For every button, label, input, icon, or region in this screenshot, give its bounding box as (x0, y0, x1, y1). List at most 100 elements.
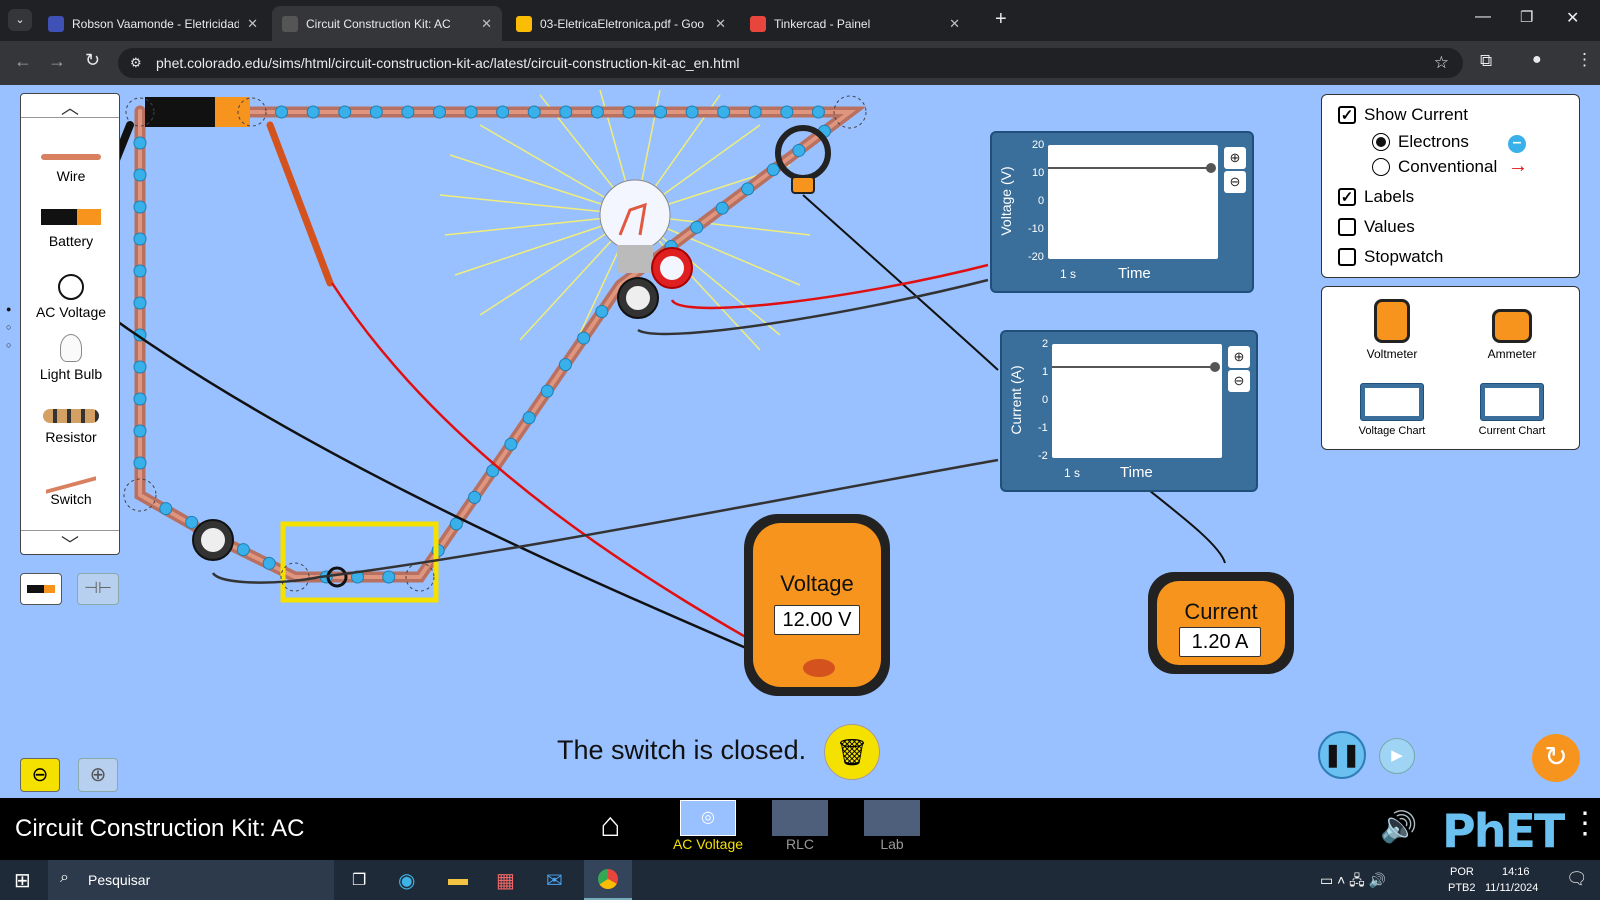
clock-date[interactable]: 11/11/2024 (1485, 882, 1538, 894)
toolbox-scroll-up-button[interactable]: ︿ (21, 94, 119, 118)
language-indicator[interactable]: POR (1450, 866, 1474, 878)
toolbox-item-ac-voltage[interactable]: AC Voltage (21, 274, 121, 320)
voltmeter[interactable]: Voltage 12.00 V (744, 514, 890, 696)
chrome-taskbar-button[interactable] (584, 860, 632, 900)
tab-favicon (516, 15, 532, 32)
electron-particle (741, 182, 755, 196)
reset-all-button[interactable]: ↻ (1532, 734, 1580, 782)
browser-tab-3[interactable]: 03-EletricaEletronica.pdf - Goo ✕ (506, 6, 736, 41)
keyboard-indicator[interactable]: PTB2 (1448, 882, 1476, 894)
tab-title: Tinkercad - Painel (774, 16, 871, 31)
stopwatch-checkbox[interactable]: Stopwatch (1338, 247, 1443, 267)
electron-particle (159, 502, 173, 516)
minimize-button[interactable]: — (1475, 8, 1491, 26)
profile-icon[interactable]: ● (1532, 51, 1542, 69)
bookmark-star-icon[interactable]: ☆ (1434, 48, 1449, 78)
reload-icon[interactable]: ↻ (85, 50, 100, 71)
ammeter[interactable]: Current 1.20 A (1148, 572, 1294, 674)
electron-particle (496, 105, 510, 119)
menu-kebab-icon[interactable]: ⋮ (1576, 50, 1593, 70)
schematic-view-button[interactable]: ⊣⊢ (77, 573, 119, 605)
zoom-in-button[interactable]: ⊕ (78, 758, 118, 792)
trash-icon: 🗑 (835, 737, 869, 767)
radio-selected-icon (1372, 133, 1390, 151)
tab-favicon (48, 15, 64, 32)
toolbox-item-resistor[interactable]: Resistor (21, 409, 121, 445)
toolbox-item-wire[interactable]: Wire (21, 154, 121, 184)
toolbox-item-label: Switch (50, 491, 92, 507)
component-toolbox[interactable]: ︿ Wire Battery AC Voltage Light Bulb Res… (20, 93, 120, 555)
zoom-out-icon[interactable]: ⊖ (1224, 171, 1246, 193)
electron-particle (133, 264, 147, 278)
close-icon[interactable]: ✕ (247, 16, 258, 32)
extensions-icon[interactable]: ⧉ (1480, 51, 1492, 71)
current-chart[interactable]: Current (A) 2 1 0 -1 -2 ⊕ ⊖ 1 s Time (1000, 330, 1258, 492)
labels-checkbox[interactable]: ✓ Labels (1338, 187, 1414, 207)
lifelike-view-button[interactable] (20, 573, 62, 605)
screen-tab-rlc[interactable]: RLC (760, 800, 840, 854)
chart-y-label: Voltage (V) (998, 166, 1014, 236)
voltmeter-tool[interactable]: Voltmeter (1342, 293, 1442, 361)
pause-button[interactable]: ❚❚ (1318, 731, 1366, 779)
toolbox-page-dots[interactable]: ● ○ ○ (6, 300, 11, 354)
back-icon[interactable]: ← (14, 51, 32, 72)
zoom-out-button[interactable]: ⊖ (20, 758, 60, 792)
step-button[interactable]: ▶ (1379, 738, 1415, 774)
notification-area-icons[interactable]: ▭ ˄ 🖧 🔊 (1320, 870, 1386, 894)
action-center-icon[interactable]: 🗨 (1566, 869, 1588, 889)
ammeter-body: Current 1.20 A (1157, 581, 1285, 665)
toolbox-item-switch[interactable]: Switch (21, 460, 121, 507)
new-tab-button[interactable]: + (995, 8, 1007, 31)
toolbox-scroll-down-button[interactable]: ﹀ (21, 530, 119, 555)
site-info-icon[interactable]: ⚙ (130, 48, 142, 78)
conventional-radio[interactable]: Conventional (1372, 157, 1497, 177)
taskbar-search-box[interactable]: ⌕ Pesquisar (48, 860, 334, 900)
store-icon[interactable]: ▦ (496, 868, 515, 893)
windows-start-icon[interactable]: ⊞ (14, 868, 31, 893)
restore-button[interactable]: ❐ (1520, 8, 1533, 26)
sensor-toolbox: Voltmeter Ammeter Voltage Chart Current … (1321, 286, 1580, 450)
sound-button[interactable]: 🔊 (1380, 810, 1417, 845)
close-window-button[interactable]: ✕ (1566, 8, 1579, 28)
stopwatch-label: Stopwatch (1364, 247, 1444, 266)
values-label: Values (1364, 217, 1415, 236)
conventional-label: Conventional (1398, 157, 1498, 176)
screen-tab-ac-voltage[interactable]: ◎ AC Voltage (668, 800, 748, 854)
toolbox-item-light-bulb[interactable]: Light Bulb (21, 334, 121, 382)
show-current-checkbox[interactable]: ✓ Show Current (1338, 105, 1468, 125)
zoom-in-icon[interactable]: ⊕ (1228, 346, 1250, 368)
browser-tab-2[interactable]: Circuit Construction Kit: AC ✕ (272, 6, 502, 41)
browser-tab-1[interactable]: Robson Vaamonde - Eletricidad ✕ (38, 6, 268, 41)
trace-head (1210, 362, 1220, 372)
home-button[interactable]: ⌂ (600, 806, 621, 845)
clock-time[interactable]: 14:16 (1502, 866, 1530, 878)
toolbox-item-battery[interactable]: Battery (21, 209, 121, 249)
file-explorer-icon[interactable]: ▬ (448, 868, 468, 891)
voltage-chart-tool[interactable]: Voltage Chart (1332, 383, 1452, 437)
close-icon[interactable]: ✕ (949, 16, 960, 32)
electrons-radio[interactable]: Electrons (1372, 132, 1469, 152)
close-icon[interactable]: ✕ (481, 16, 492, 32)
screen-tab-lab[interactable]: Lab (852, 800, 932, 854)
edge-icon[interactable]: ◉ (398, 868, 415, 893)
values-checkbox[interactable]: Values (1338, 217, 1415, 237)
search-placeholder: Pesquisar (88, 872, 151, 888)
task-view-icon[interactable]: ❐ (352, 870, 366, 890)
electron-particle (401, 105, 415, 119)
pause-icon: ❚❚ (1323, 742, 1361, 767)
zoom-out-icon[interactable]: ⊖ (1228, 370, 1250, 392)
tab-search-button[interactable]: ⌄ (8, 9, 32, 31)
phet-menu-button[interactable]: ⋮ (1570, 806, 1600, 841)
close-icon[interactable]: ✕ (715, 16, 726, 32)
forward-icon[interactable]: → (48, 51, 66, 72)
voltage-chart[interactable]: Voltage (V) 20 10 0 -10 -20 ⊕ ⊖ 1 s Time (990, 131, 1254, 293)
browser-tab-4[interactable]: Tinkercad - Painel ✕ (740, 6, 970, 41)
mail-icon[interactable]: ✉ (546, 868, 563, 893)
zoom-in-icon[interactable]: ⊕ (1224, 147, 1246, 169)
trash-button[interactable]: 🗑 (824, 724, 880, 780)
ammeter-tool[interactable]: Ammeter (1462, 293, 1562, 361)
electron-particle (540, 384, 554, 398)
url-field[interactable]: ⚙ phet.colorado.edu/sims/html/circuit-co… (118, 48, 1463, 78)
current-chart-tool[interactable]: Current Chart (1452, 383, 1572, 437)
electron-particle (717, 105, 731, 119)
